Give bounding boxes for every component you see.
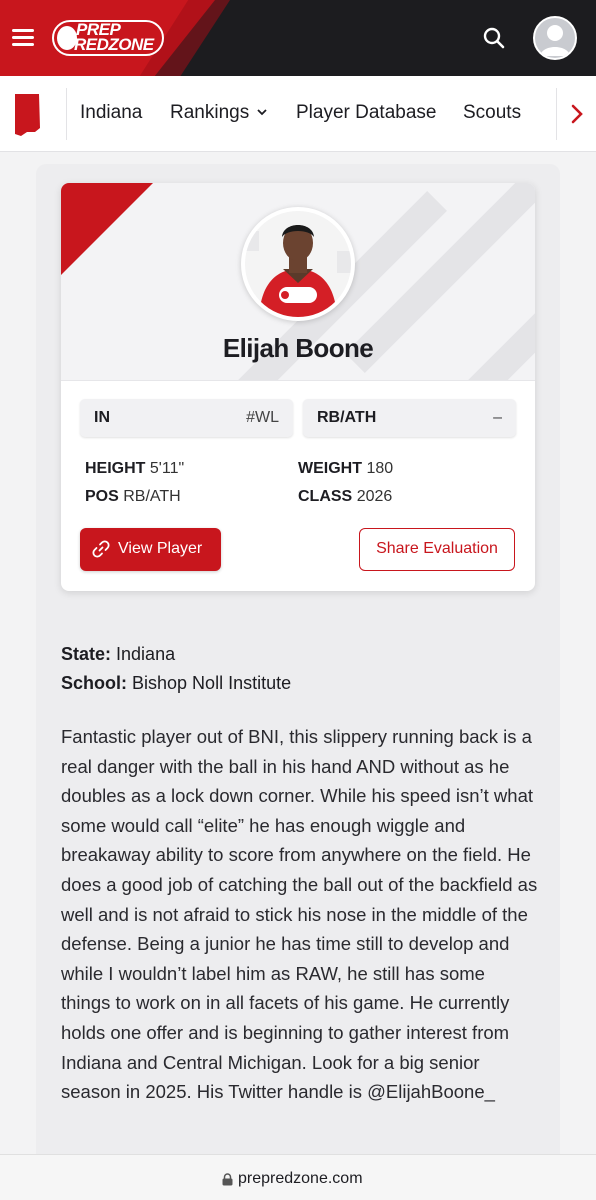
weight-value: 180 (366, 460, 394, 477)
indiana-state-icon[interactable] (13, 94, 41, 136)
search-icon[interactable] (482, 26, 506, 50)
view-player-button[interactable]: View Player (80, 528, 221, 571)
prep-redzone-logo[interactable]: PREP REDZONE (52, 18, 164, 58)
weight-stat: WEIGHT 180 (298, 460, 393, 478)
hamburger-menu-icon[interactable] (12, 27, 36, 47)
state-nav-bar: Indiana Rankings Player Database Scouts (0, 76, 596, 152)
school-detail-label: School: (61, 673, 127, 693)
logo-text-redzone: REDZONE (74, 35, 154, 54)
position-chip-label: RB/ATH (317, 409, 377, 426)
link-icon (92, 540, 110, 558)
pos-value: RB/ATH (123, 488, 181, 505)
class-stat: CLASS 2026 (298, 488, 392, 506)
lock-icon (222, 1173, 233, 1186)
height-value: 5'11" (149, 460, 185, 477)
nav-item-indiana[interactable]: Indiana (80, 102, 142, 124)
school-detail: School: Bishop Noll Institute (61, 673, 291, 694)
height-stat: HEIGHT 5'11" (85, 460, 184, 478)
browser-url: prepredzone.com (238, 1170, 363, 1187)
state-abbr: IN (94, 409, 110, 426)
player-card-header: Elijah Boone (61, 183, 535, 381)
class-value: 2026 (356, 488, 393, 505)
chevron-right-icon[interactable] (568, 103, 586, 125)
player-name: Elijah Boone (222, 333, 374, 363)
nav-item-player-database[interactable]: Player Database (296, 102, 436, 124)
school-detail-value: Bishop Noll Institute (132, 673, 292, 693)
state-detail-label: State: (61, 644, 112, 664)
height-label: HEIGHT (85, 460, 146, 477)
pos-label: POS (85, 488, 119, 505)
position-stat: POS RB/ATH (85, 488, 181, 506)
state-detail-value: Indiana (116, 644, 176, 664)
red-corner-accent (61, 183, 153, 275)
nav-item-rankings[interactable]: Rankings (170, 102, 267, 124)
nav-divider (556, 88, 557, 140)
chevron-down-icon (256, 109, 267, 116)
user-avatar-icon[interactable] (533, 16, 577, 60)
state-rank: #WL (246, 409, 279, 426)
share-evaluation-button[interactable]: Share Evaluation (359, 528, 515, 571)
view-player-label: View Player (118, 540, 203, 557)
nav-divider (66, 88, 67, 140)
state-detail: State: Indiana (61, 644, 175, 665)
nav-item-rankings-label: Rankings (170, 102, 250, 123)
position-rank: – (493, 409, 502, 426)
position-rank-chip: RB/ATH – (303, 399, 516, 437)
weight-label: WEIGHT (298, 460, 362, 477)
nav-item-scouts[interactable]: Scouts (463, 102, 521, 124)
class-label: CLASS (298, 488, 353, 505)
player-card: Elijah Boone IN #WL RB/ATH – HEIGHT 5'11… (61, 183, 535, 591)
player-photo (241, 207, 355, 321)
site-header: PREP REDZONE (0, 0, 596, 76)
browser-address-bar[interactable]: prepredzone.com (0, 1154, 596, 1200)
evaluation-text: Fantastic player out of BNI, this slippe… (61, 726, 538, 1103)
state-rank-chip: IN #WL (80, 399, 293, 437)
